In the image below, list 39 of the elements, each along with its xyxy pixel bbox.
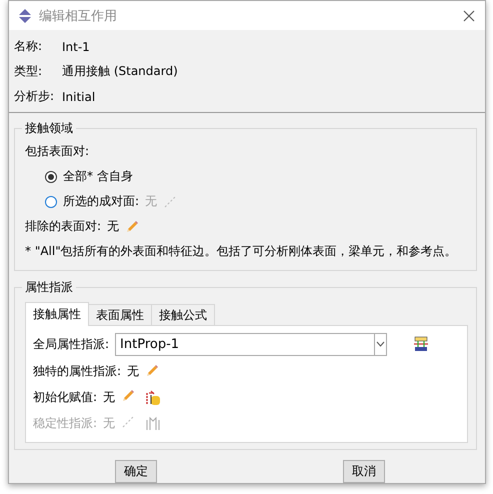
field-value: 无 [127,362,140,380]
app-logo-icon [17,8,33,24]
option-label[interactable]: 全部* 含自身 [63,168,133,185]
field-label: 独特的属性指派: [33,362,122,380]
group-title: 接触领域 [24,120,74,137]
section-label: 包括表面对: [25,143,90,160]
tab[interactable]: 接触属性 [25,302,89,326]
close-icon[interactable] [463,10,475,22]
field-value: Int-1 [62,40,90,54]
footnote: * "All"包括所有的外表面和特征边。包括了可分析刚体表面，梁单元，和参考点。 [25,243,457,260]
radio-button[interactable] [45,196,57,208]
field-label: 排除的表面对: [25,218,102,235]
field-label: 分析步: [14,88,56,105]
field-value: 通用接触 (Standard) [62,63,178,80]
pencil-icon[interactable] [145,364,160,378]
chevron-down-icon [376,341,386,347]
dialog-button[interactable]: 确定 [115,460,157,483]
option-value: 无 [145,193,158,210]
property-manager-icon[interactable] [413,336,430,352]
field-label: 类型: [14,63,44,80]
initialization-icon[interactable] [145,389,162,405]
pencil-icon[interactable] [125,220,140,234]
option-label[interactable]: 所选的成对面: [63,193,140,210]
radio-button[interactable] [45,170,57,182]
pencil-icon[interactable] [121,389,136,403]
tab[interactable]: 接触公式 [151,304,215,326]
group-title: 属性指派 [24,279,74,296]
field-label: 全局属性指派: [33,336,110,352]
field-value: 无 [103,414,116,432]
field-label: 初始化赋值: [33,388,98,406]
field-value: 无 [107,218,120,235]
field-value: 无 [103,388,116,406]
field-label: 名称: [14,38,44,55]
field-value: Initial [62,90,96,104]
pencil-icon[interactable] [163,194,178,208]
dropdown[interactable]: IntProp-1 [115,332,388,356]
window-title: 编辑相互作用 [39,8,118,24]
field-label: 稳定性指派: [33,414,98,432]
dialog-button[interactable]: 取消 [343,460,385,483]
